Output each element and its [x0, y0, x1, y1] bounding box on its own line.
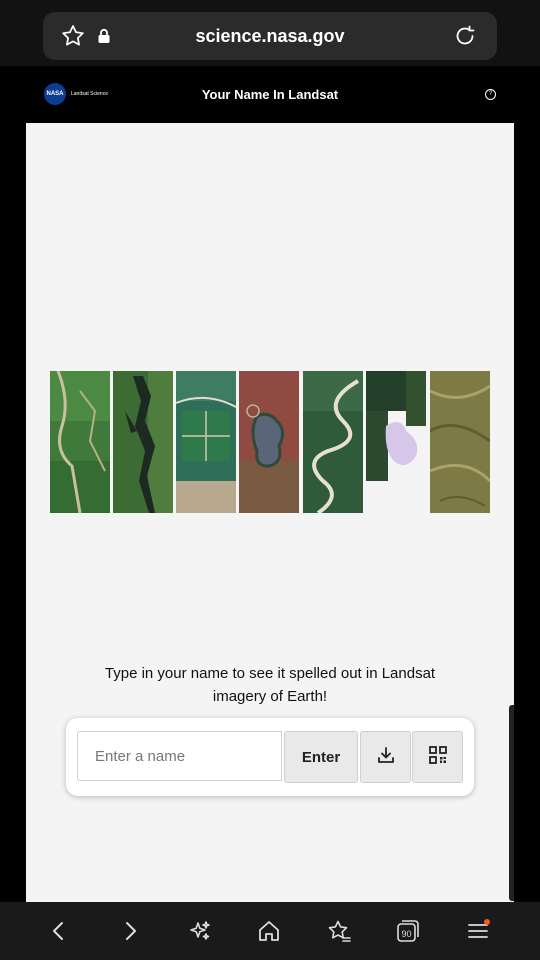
download-icon	[376, 745, 396, 770]
ai-sparkle-icon[interactable]	[180, 902, 220, 960]
web-page: NASA Landsat Science Your Name In Landsa…	[26, 66, 514, 902]
browser-top-bar: science.nasa.gov	[0, 0, 540, 66]
satellite-image-river-green	[50, 371, 110, 513]
instruction-text: Type in your name to see it spelled out …	[104, 665, 436, 705]
tab-count: 90	[401, 929, 411, 939]
menu-icon[interactable]	[458, 902, 498, 960]
back-icon[interactable]	[39, 902, 79, 960]
bookmarks-icon[interactable]	[319, 902, 359, 960]
qr-code-button[interactable]	[412, 731, 463, 783]
help-icon[interactable]: ?	[485, 89, 496, 100]
reload-icon[interactable]	[451, 22, 479, 50]
name-entry-card: Enter	[66, 718, 474, 796]
url-text[interactable]: science.nasa.gov	[43, 12, 497, 60]
edge-panel-handle[interactable]	[509, 705, 514, 901]
site-header: NASA Landsat Science Your Name In Landsa…	[26, 66, 514, 123]
satellite-image-olive-hills	[430, 371, 490, 513]
page-title: Your Name In Landsat	[201, 87, 339, 102]
satellite-image-fields	[176, 371, 236, 513]
forward-icon[interactable]	[110, 902, 150, 960]
tabs-icon[interactable]: 90	[388, 902, 428, 960]
enter-button[interactable]: Enter	[284, 731, 358, 783]
satellite-image-red-lake	[239, 371, 299, 513]
download-button[interactable]	[360, 731, 411, 783]
address-bar[interactable]: science.nasa.gov	[43, 12, 497, 60]
satellite-image-dark-lake	[113, 371, 173, 513]
satellite-image-snow-lake	[366, 371, 426, 513]
satellite-image-meander-river	[303, 371, 363, 513]
qr-code-icon	[428, 745, 447, 769]
home-icon[interactable]	[249, 902, 289, 960]
browser-bottom-bar: 90	[0, 902, 540, 960]
name-input[interactable]	[77, 731, 282, 781]
